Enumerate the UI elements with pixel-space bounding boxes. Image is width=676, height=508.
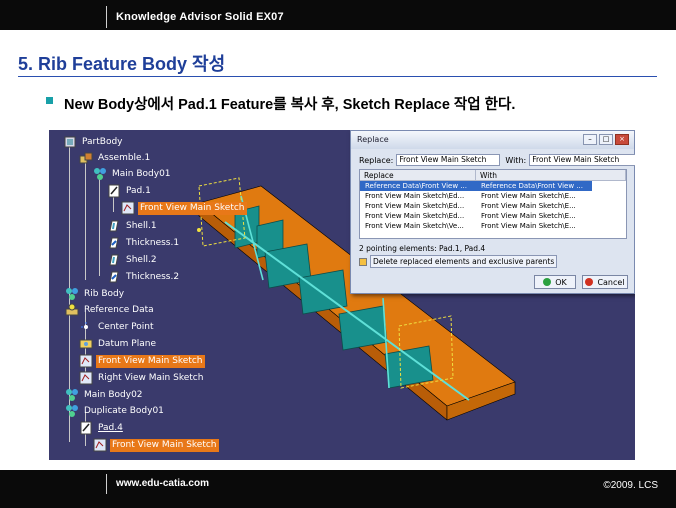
table-cell: Reference Data\Front View ... xyxy=(476,181,592,191)
cancel-button[interactable]: Cancel xyxy=(582,275,628,289)
tree-node-duplicate-body01[interactable]: Duplicate Body01 xyxy=(65,403,166,419)
replace-field[interactable]: Front View Main Sketch xyxy=(396,154,501,166)
table-cell: Reference Data\Front View ... xyxy=(360,181,476,191)
geoset-icon xyxy=(65,303,79,316)
tree-node-center-point[interactable]: Center Point xyxy=(79,319,156,335)
tree-node-pad1[interactable]: Pad.1 xyxy=(107,183,153,199)
partbody-icon xyxy=(64,136,76,148)
table-row[interactable]: Front View Main Sketch\Ve... Front View … xyxy=(360,221,626,231)
sketch-icon xyxy=(79,354,93,368)
table-cell: Front View Main Sketch\E... xyxy=(481,192,576,200)
replace-table[interactable]: Replace With Reference Data\Front View .… xyxy=(359,169,627,239)
tree-node-rib-body[interactable]: Rib Body xyxy=(65,286,126,302)
pad-icon xyxy=(108,184,120,198)
thickness-icon xyxy=(109,271,119,283)
table-row[interactable]: Front View Main Sketch\Ed... Front View … xyxy=(360,201,626,211)
tree-node-thickness1[interactable]: Thickness.1 xyxy=(107,235,181,251)
course-title: Knowledge Advisor Solid EX07 xyxy=(116,11,284,23)
tree-branch-line xyxy=(85,160,86,280)
ok-button[interactable]: OK xyxy=(534,275,576,289)
cancel-icon xyxy=(585,278,594,286)
tree-node-pad4[interactable]: Pad.4 xyxy=(79,420,125,436)
plane-icon xyxy=(79,339,93,349)
tree-node-thickness2[interactable]: Thickness.2 xyxy=(107,269,181,285)
table-row[interactable]: Front View Main Sketch\Ed... Front View … xyxy=(360,191,626,201)
with-field[interactable]: Front View Main Sketch xyxy=(529,154,635,166)
table-cell: Front View Main Sketch\E... xyxy=(481,222,576,230)
sketch-icon xyxy=(121,201,135,215)
with-label: With: xyxy=(505,155,527,165)
sketch-icon xyxy=(79,371,93,385)
footer-copyright: ©2009. LCS xyxy=(603,480,658,491)
tree-node-front-view-sketch-2[interactable]: Front View Main Sketch xyxy=(79,353,205,369)
sketch-icon xyxy=(93,438,107,452)
shell-icon xyxy=(109,254,119,266)
tree-node-reference-data[interactable]: Reference Data xyxy=(65,302,156,318)
title-divider xyxy=(18,76,657,77)
rib-5 xyxy=(338,305,388,351)
table-cell: Front View Main Sketch\Ve... xyxy=(365,222,464,230)
body-icon xyxy=(66,405,78,417)
thickness-icon xyxy=(109,237,119,249)
table-row[interactable]: Reference Data\Front View ... Reference … xyxy=(360,181,626,191)
tree-node-assemble[interactable]: Assemble.1 xyxy=(79,150,152,166)
shell-icon xyxy=(109,220,119,232)
bottom-bar: www.edu-catia.com ©2009. LCS xyxy=(0,470,676,508)
assemble-icon xyxy=(79,152,93,164)
minimize-button[interactable]: – xyxy=(583,134,597,145)
table-row[interactable]: Front View Main Sketch\Ed... Front View … xyxy=(360,211,626,221)
delete-replaced-label: Delete replaced elements and exclusive p… xyxy=(370,255,558,268)
replace-label: Replace: xyxy=(359,155,394,165)
table-cell: Front View Main Sketch\E... xyxy=(481,212,576,220)
bullet-text: New Body상에서 Pad.1 Feature를 복사 후, Sketch … xyxy=(64,97,516,113)
tree-node-front-view-sketch-1[interactable]: Front View Main Sketch xyxy=(121,200,247,216)
point-icon xyxy=(81,322,88,329)
delete-replaced-checkbox[interactable] xyxy=(359,257,367,266)
column-header-with[interactable]: With xyxy=(476,170,626,180)
bullet-square-icon xyxy=(46,97,53,104)
footer-separator xyxy=(106,474,107,494)
rib-6 xyxy=(384,345,434,389)
footer-url[interactable]: www.edu-catia.com xyxy=(116,478,209,489)
top-bar: Knowledge Advisor Solid EX07 xyxy=(0,0,676,30)
tree-node-main-body01[interactable]: Main Body01 xyxy=(93,166,173,182)
column-header-replace[interactable]: Replace xyxy=(360,170,476,180)
tree-node-datum-plane[interactable]: Datum Plane xyxy=(79,336,158,352)
ok-icon xyxy=(543,278,552,286)
header-separator xyxy=(106,6,107,28)
tree-node-shell2[interactable]: Shell.2 xyxy=(107,252,159,268)
replace-with-row: Replace: Front View Main Sketch With: Fr… xyxy=(359,154,635,166)
maximize-button[interactable]: □ xyxy=(599,134,613,145)
bullet-point: New Body상에서 Pad.1 Feature를 복사 후, Sketch … xyxy=(46,93,516,114)
tree-node-right-view-sketch[interactable]: Right View Main Sketch xyxy=(79,370,205,386)
specification-tree: PartBody Assemble.1 Main Body01 Pad.1 Fr… xyxy=(49,130,309,460)
body-icon xyxy=(66,288,78,300)
delete-replaced-checkbox-row[interactable]: Delete replaced elements and exclusive p… xyxy=(359,255,558,268)
pointing-elements-status: 2 pointing elements: Pad.1, Pad.4 xyxy=(359,244,486,253)
table-cell: Front View Main Sketch\E... xyxy=(481,202,576,210)
table-cell: Front View Main Sketch\Ed... xyxy=(365,192,465,200)
body-icon xyxy=(94,168,106,180)
body-icon xyxy=(66,389,78,401)
tree-node-main-body02[interactable]: Main Body02 xyxy=(65,387,145,403)
slide-title: 5. Rib Feature Body 작성 xyxy=(18,54,226,74)
tree-node-front-view-sketch-3[interactable]: Front View Main Sketch xyxy=(93,437,219,453)
tree-branch-line xyxy=(99,176,100,276)
table-header: Replace With xyxy=(360,170,626,181)
table-cell: Front View Main Sketch\Ed... xyxy=(365,212,465,220)
tree-node-partbody[interactable]: PartBody xyxy=(63,134,125,150)
replace-dialog: Replace – □ × Replace: Front View Main S… xyxy=(350,130,635,294)
window-controls: – □ × xyxy=(583,134,629,145)
close-button[interactable]: × xyxy=(615,134,629,145)
catia-screenshot: PartBody Assemble.1 Main Body01 Pad.1 Fr… xyxy=(49,130,635,460)
tree-node-shell1[interactable]: Shell.1 xyxy=(107,218,159,234)
pad-icon xyxy=(80,421,92,435)
table-cell: Front View Main Sketch\Ed... xyxy=(365,202,465,210)
